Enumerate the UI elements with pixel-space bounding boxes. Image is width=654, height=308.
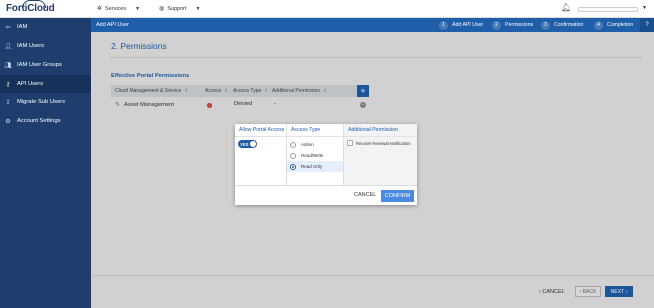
api-key-icon: ⚷ bbox=[5, 81, 11, 88]
modal-footer: CANCEL CONFIRM bbox=[235, 185, 417, 205]
sidebar-item-migrate-sub-users[interactable]: ⇪ Migrate Sub Users bbox=[0, 93, 91, 111]
services-icon: ✲ bbox=[97, 6, 103, 12]
access-type-option-read-only[interactable]: Read Only bbox=[287, 161, 343, 172]
account-settings-icon: ⚙ bbox=[5, 118, 11, 125]
chevron-down-icon: ▼ bbox=[195, 5, 201, 12]
step-completion: 4 Completion bbox=[594, 20, 633, 30]
step-confirmation: 3 Confirmation bbox=[541, 20, 583, 30]
portal-access-toggle[interactable]: YES bbox=[238, 140, 257, 148]
support-icon: ◍ bbox=[159, 6, 165, 12]
modal-cancel-button[interactable]: CANCEL bbox=[354, 192, 376, 198]
sidebar: ⇦ IAM 👤︎ IAM Users 👥︎ IAM User Groups ⚷ … bbox=[0, 18, 91, 308]
help-button[interactable]: ? bbox=[640, 18, 654, 32]
chevron-down-icon: ▼ bbox=[135, 5, 141, 12]
sidebar-item-iam-users[interactable]: 👤︎ IAM Users bbox=[0, 37, 91, 55]
portal-access-column: Allow Portal Access YES bbox=[235, 124, 286, 185]
sidebar-item-iam[interactable]: ⇦ IAM bbox=[0, 18, 91, 36]
access-type-option-admin[interactable]: Admin bbox=[287, 139, 343, 150]
sidebar-item-account-settings[interactable]: ⚙ Account Settings bbox=[0, 112, 91, 130]
cloud-logo-icon bbox=[22, 0, 46, 8]
user-icon: 👤︎ bbox=[4, 43, 12, 50]
additional-permission-column: Additional Permission Receive Renewal No… bbox=[343, 124, 417, 185]
forticloud-logo[interactable]: FortiCloud bbox=[6, 0, 55, 14]
chevron-down-icon[interactable]: ▼ bbox=[642, 5, 647, 11]
sidebar-item-iam-user-groups[interactable]: 👥︎ IAM User Groups bbox=[0, 56, 91, 74]
column-title: Access Type bbox=[287, 124, 343, 137]
checkbox[interactable] bbox=[347, 140, 353, 146]
column-title: Additional Permission bbox=[344, 124, 417, 137]
back-arrow-icon: ⇦ bbox=[5, 24, 11, 31]
bell-icon[interactable]: 🔔︎ bbox=[561, 3, 571, 12]
access-type-option-read-write[interactable]: Read/Write bbox=[287, 150, 343, 161]
permission-modal: Allow Portal Access YES Access Type Admi… bbox=[235, 124, 417, 205]
wizard-title: Add API User bbox=[96, 22, 130, 28]
radio-button-selected[interactable] bbox=[290, 163, 296, 170]
modal-confirm-button[interactable]: CONFIRM bbox=[381, 190, 414, 202]
radio-button[interactable] bbox=[290, 141, 296, 148]
users-icon: 👥︎ bbox=[4, 62, 12, 69]
services-menu[interactable]: ✲ Services ▼ bbox=[97, 5, 141, 13]
access-type-column: Access Type Admin Read/Write Read Only bbox=[286, 124, 343, 185]
migrate-icon: ⇪ bbox=[5, 99, 11, 106]
top-bar: FortiCloud ✲ Services ▼ ◍ Support ▼ 🔔︎ ▼ bbox=[0, 0, 654, 18]
toggle-knob bbox=[250, 141, 256, 147]
support-menu[interactable]: ◍ Support ▼ bbox=[159, 5, 201, 13]
step-permissions: 2 Permissions bbox=[492, 20, 533, 30]
wizard-header: Add API User 1 Add API User 2 Permission… bbox=[91, 18, 654, 32]
radio-button[interactable] bbox=[290, 152, 296, 159]
renewal-notification-checkbox[interactable]: Receive Renewal Notification bbox=[347, 140, 410, 146]
column-title: Allow Portal Access bbox=[235, 124, 286, 137]
step-add-api-user: 1 Add API User bbox=[439, 20, 483, 30]
user-account-field[interactable] bbox=[578, 7, 638, 12]
sidebar-item-api-users[interactable]: ⚷ API Users bbox=[0, 75, 91, 93]
